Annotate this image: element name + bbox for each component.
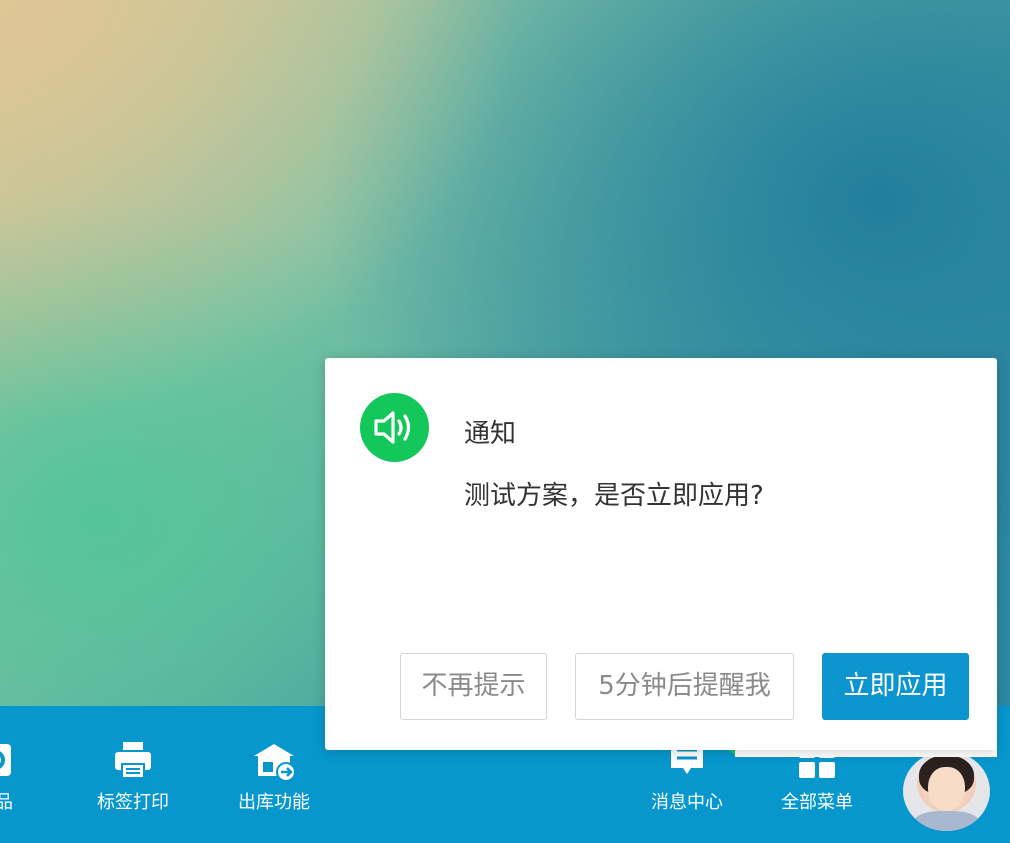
- avatar-face: [928, 767, 965, 811]
- taskbar-item-stock-out[interactable]: 出库功能: [224, 738, 324, 814]
- taskbar-item-label: 出库功能: [238, 792, 310, 813]
- product-icon: [0, 744, 11, 776]
- taskbar-item-label-print[interactable]: 标签打印: [83, 738, 183, 814]
- avatar-collar: [913, 811, 980, 831]
- notification-badge: [360, 393, 429, 462]
- taskbar-item-label: 商品: [0, 792, 13, 813]
- dialog-message: 测试方案，是否立即应用?: [464, 481, 764, 511]
- printer-icon: [115, 742, 151, 779]
- notification-dialog: 通知 测试方案，是否立即应用? 不再提示 5分钟后提醒我 立即应用: [325, 358, 997, 750]
- warehouse-out-icon: [254, 744, 296, 782]
- dialog-title: 通知: [464, 419, 517, 449]
- taskbar-item-label: 消息中心: [651, 792, 723, 813]
- apply-now-button[interactable]: 立即应用: [822, 653, 969, 720]
- taskbar-item-label: 全部菜单: [781, 792, 853, 813]
- customer-service-avatar[interactable]: [903, 751, 990, 831]
- taskbar-item-products[interactable]: 商品: [0, 738, 45, 814]
- taskbar-item-label: 标签打印: [97, 792, 169, 813]
- dont-remind-button[interactable]: 不再提示: [400, 653, 547, 720]
- speaker-icon: [374, 411, 411, 444]
- remind-later-button[interactable]: 5分钟后提醒我: [575, 653, 794, 720]
